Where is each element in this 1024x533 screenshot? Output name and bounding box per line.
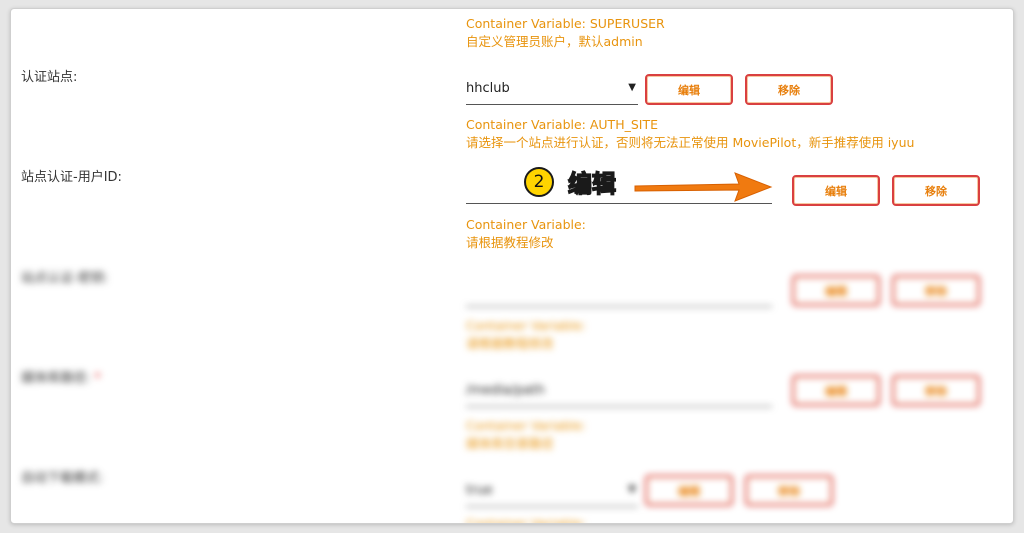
required-marker: * (94, 371, 101, 386)
blurred-row-2-hint-line1: Container Variable: (466, 418, 586, 433)
blurred-row-2-remove-button[interactable]: 移除 (892, 375, 980, 406)
auth-site-edit-button[interactable]: 编辑 (645, 74, 733, 105)
superuser-hint: Container Variable: SUPERUSER 自定义管理员账户，默… (466, 15, 665, 51)
dropdown-caret-icon: ▼ (628, 82, 636, 93)
auth-site-hint-line2: 请选择一个站点进行认证，否则将无法正常使用 MoviePilot，新手推荐使用 … (466, 135, 915, 150)
auth-site-remove-button[interactable]: 移除 (745, 74, 833, 105)
auth-site-hint-line1: Container Variable: AUTH_SITE (466, 117, 658, 132)
blurred-row-1-hint: Container Variable: 请根据教程修改 (466, 317, 586, 353)
dropdown-caret-icon: ▼ (628, 484, 636, 495)
blurred-row-2-value: /media/path (466, 383, 545, 398)
auth-site-hint: Container Variable: AUTH_SITE 请选择一个站点进行认… (466, 116, 914, 152)
blurred-row-1-hint-line2: 请根据教程修改 (466, 336, 554, 351)
user-id-label: 站点认证-用户ID: (21, 170, 122, 185)
auth-site-select[interactable]: hhclub ▼ (466, 75, 638, 105)
blurred-row-1-input[interactable] (466, 277, 772, 307)
blurred-row-3-label: 自动下载模式: (21, 471, 104, 486)
blurred-row-2-label-text: 媒体库路径: (21, 371, 91, 386)
superuser-hint-line1: Container Variable: SUPERUSER (466, 16, 665, 31)
settings-panel: Container Variable: SUPERUSER 自定义管理员账户，默… (10, 8, 1014, 524)
blurred-row-3-hint: Container Variable: (466, 515, 586, 524)
user-id-hint-line1: Container Variable: (466, 217, 586, 232)
blurred-row-3-value: true (466, 483, 493, 498)
blurred-row-2-input[interactable]: /media/path (466, 377, 772, 407)
blurred-row-1-remove-button[interactable]: 移除 (892, 275, 980, 306)
step-number-badge: 2 (524, 167, 554, 197)
blurred-row-3-remove-button[interactable]: 移除 (745, 475, 833, 506)
blurred-row-2-edit-button[interactable]: 编辑 (792, 375, 880, 406)
blurred-row-2-hint-line2: 媒体库目录路径 (466, 436, 554, 451)
blurred-row-3-hint-line1: Container Variable: (466, 516, 586, 524)
auth-site-select-value: hhclub (466, 81, 510, 96)
auth-site-label: 认证站点: (21, 70, 78, 85)
blurred-row-1-hint-line1: Container Variable: (466, 318, 586, 333)
annotation-arrow-icon (634, 172, 773, 202)
user-id-hint-line2: 请根据教程修改 (466, 235, 554, 250)
blurred-row-3-edit-button[interactable]: 编辑 (645, 475, 733, 506)
blurred-row-1-label: 站点认证-密钥: (21, 271, 109, 286)
step-annotation-text: 编辑 (567, 169, 616, 198)
blurred-row-3-select[interactable]: true ▼ (466, 477, 638, 507)
superuser-hint-line2: 自定义管理员账户，默认admin (466, 34, 643, 49)
blurred-row-1-edit-button[interactable]: 编辑 (792, 275, 880, 306)
user-id-edit-button[interactable]: 编辑 (792, 175, 880, 206)
user-id-hint: Container Variable: 请根据教程修改 (466, 216, 586, 252)
user-id-remove-button[interactable]: 移除 (892, 175, 980, 206)
blurred-row-2-label: 媒体库路径: * (21, 367, 101, 386)
blurred-row-2-hint: Container Variable: 媒体库目录路径 (466, 417, 586, 453)
